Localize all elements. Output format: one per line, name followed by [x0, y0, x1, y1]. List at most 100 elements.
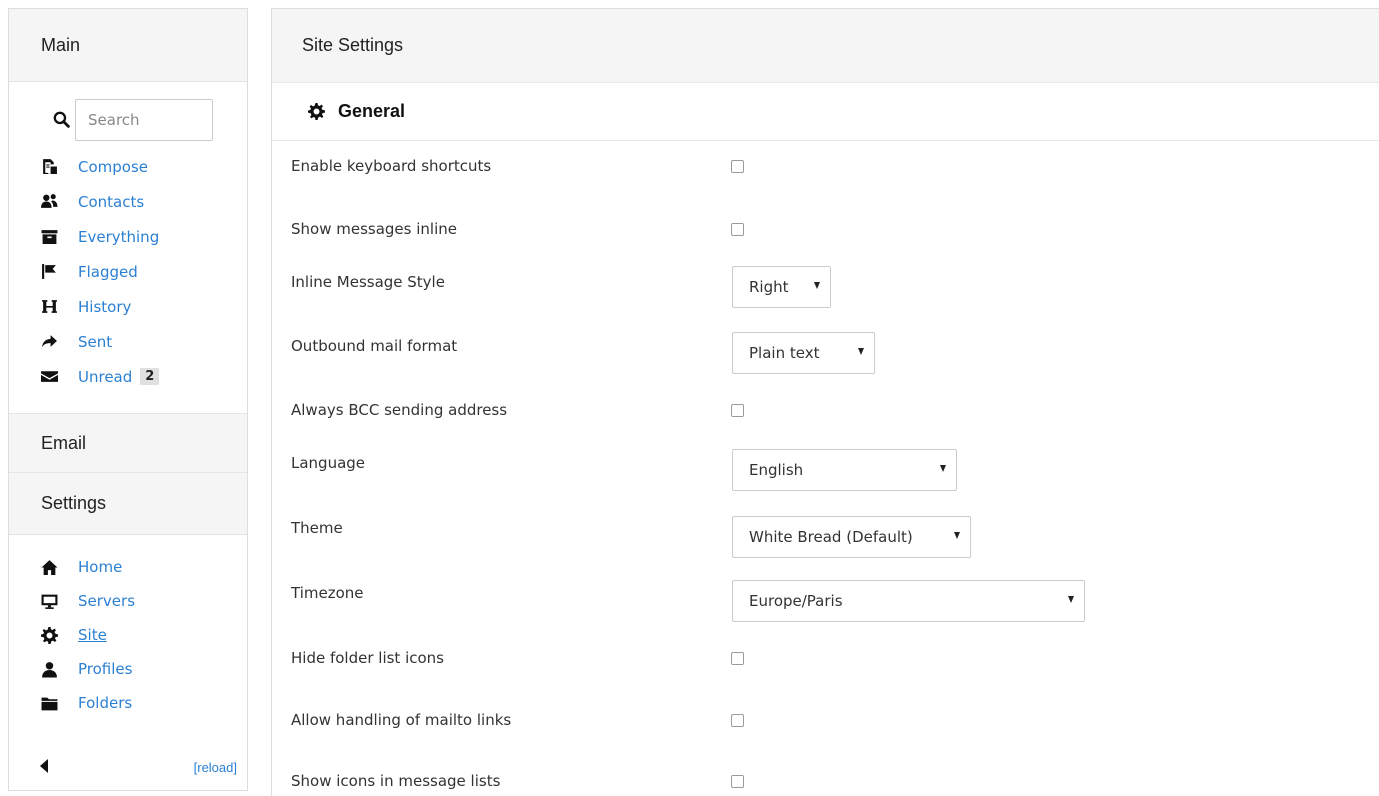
main-nav: Compose Contacts Everything Flagged Hist…: [9, 149, 247, 394]
sidebar-section-main[interactable]: Main: [9, 9, 247, 82]
search-icon: [53, 111, 71, 129]
envelope-icon: [41, 368, 63, 386]
keyboard-shortcuts-checkbox[interactable]: [731, 160, 744, 173]
contacts-icon: [41, 193, 63, 211]
unread-count-badge: 2: [140, 368, 160, 385]
sidebar-item-label: Contacts: [78, 192, 145, 211]
sidebar-item-label: History: [78, 297, 132, 316]
message-list-icons-checkbox[interactable]: [731, 775, 744, 788]
collapse-sidebar-icon[interactable]: [39, 758, 53, 776]
sidebar-item-label: Servers: [78, 592, 136, 610]
chevron-down-icon: [814, 282, 820, 289]
reload-link[interactable]: [reload]: [194, 760, 237, 775]
select-value: White Bread (Default): [749, 528, 913, 546]
setting-row-outbound-mail-format: Outbound mail format Plain text: [272, 332, 1379, 387]
settings-panel: Site Settings General Enable keyboard sh…: [271, 8, 1379, 796]
sidebar-item-label: Site: [78, 626, 107, 644]
chevron-down-icon: [1068, 596, 1074, 603]
home-icon: [41, 558, 63, 576]
gear-icon: [308, 102, 326, 121]
setting-row-keyboard-shortcuts: Enable keyboard shortcuts: [272, 157, 1379, 197]
setting-label: Always BCC sending address: [291, 401, 508, 419]
setting-row-message-list-icons: Show icons in message lists: [272, 772, 1379, 796]
setting-label: Theme: [291, 519, 343, 537]
sidebar-item-everything[interactable]: Everything: [9, 219, 247, 254]
search-input[interactable]: [75, 99, 213, 141]
setting-row-timezone: Timezone Europe/Paris: [272, 580, 1379, 634]
setting-row-mailto-links: Allow handling of mailto links: [272, 711, 1379, 751]
page-title: Site Settings: [302, 35, 404, 55]
setting-label: Timezone: [291, 584, 364, 602]
setting-label: Enable keyboard shortcuts: [291, 157, 492, 175]
inline-message-style-select[interactable]: Right: [732, 266, 831, 308]
settings-group-general[interactable]: General: [272, 83, 1379, 141]
sidebar-item-folders[interactable]: Folders: [9, 686, 247, 720]
setting-row-inline-message-style: Inline Message Style Right: [272, 266, 1379, 323]
always-bcc-checkbox[interactable]: [731, 404, 744, 417]
sidebar-item-history[interactable]: History: [9, 289, 247, 324]
sidebar-section-email-title: Email: [41, 432, 87, 453]
setting-label: Outbound mail format: [291, 337, 458, 355]
page-header: Site Settings: [272, 9, 1379, 83]
sidebar-item-label: Flagged: [78, 262, 138, 281]
sidebar: Main Compose Contacts Everything Flagged…: [8, 8, 248, 791]
sidebar-item-profiles[interactable]: Profiles: [9, 652, 247, 686]
timezone-select[interactable]: Europe/Paris: [732, 580, 1085, 622]
sidebar-item-contacts[interactable]: Contacts: [9, 184, 247, 219]
sidebar-item-label: Sent: [78, 332, 113, 351]
sidebar-item-home[interactable]: Home: [9, 550, 247, 584]
setting-row-messages-inline: Show messages inline: [272, 220, 1379, 260]
outbound-mail-format-select[interactable]: Plain text: [732, 332, 875, 374]
sidebar-section-main-title: Main: [41, 34, 81, 55]
select-value: Europe/Paris: [749, 592, 843, 610]
sidebar-item-label: Home: [78, 558, 123, 576]
person-icon: [41, 660, 63, 678]
setting-label: Language: [291, 454, 366, 472]
settings-group-title: General: [338, 101, 406, 121]
sidebar-item-label: Everything: [78, 227, 160, 246]
chevron-down-icon: [940, 465, 946, 472]
hide-folder-icons-checkbox[interactable]: [731, 652, 744, 665]
chevron-down-icon: [858, 348, 864, 355]
chevron-down-icon: [954, 532, 960, 539]
messages-inline-checkbox[interactable]: [731, 223, 744, 236]
setting-row-theme: Theme White Bread (Default): [272, 516, 1379, 569]
share-arrow-icon: [41, 333, 63, 351]
flag-icon: [41, 263, 63, 281]
sidebar-item-sent[interactable]: Sent: [9, 324, 247, 359]
sidebar-item-compose[interactable]: Compose: [9, 149, 247, 184]
folder-icon: [41, 694, 63, 712]
history-icon: [41, 298, 63, 316]
sidebar-section-settings-title: Settings: [41, 493, 107, 513]
select-value: Right: [749, 278, 789, 296]
sidebar-footer: [reload]: [9, 746, 247, 790]
language-select[interactable]: English: [732, 449, 957, 491]
select-value: Plain text: [749, 344, 820, 362]
sidebar-item-servers[interactable]: Servers: [9, 584, 247, 618]
sidebar-item-site[interactable]: Site: [9, 618, 247, 652]
sidebar-item-label: Unread: [78, 367, 133, 386]
sidebar-section-email[interactable]: Email: [9, 413, 247, 473]
theme-select[interactable]: White Bread (Default): [732, 516, 971, 558]
sidebar-item-unread[interactable]: Unread 2: [9, 359, 247, 394]
setting-label: Show icons in message lists: [291, 772, 501, 790]
setting-row-always-bcc: Always BCC sending address: [272, 401, 1379, 441]
sidebar-section-settings[interactable]: Settings: [9, 473, 247, 535]
setting-label: Inline Message Style: [291, 273, 445, 291]
setting-label: Hide folder list icons: [291, 649, 444, 667]
select-value: English: [749, 461, 804, 479]
setting-label: Show messages inline: [291, 220, 457, 238]
sidebar-item-label: Compose: [78, 157, 149, 176]
setting-row-language: Language English: [272, 449, 1379, 504]
monitor-icon: [41, 592, 63, 610]
setting-row-hide-folder-icons: Hide folder list icons: [272, 649, 1379, 689]
gear-icon: [41, 626, 63, 644]
sidebar-item-flagged[interactable]: Flagged: [9, 254, 247, 289]
settings-nav: Home Servers Site Profiles Folders: [9, 550, 247, 720]
sidebar-item-label: Folders: [78, 694, 133, 712]
compose-icon: [41, 158, 63, 176]
search-row: [9, 99, 247, 141]
sidebar-item-label: Profiles: [78, 660, 133, 678]
inbox-icon: [41, 228, 63, 246]
mailto-links-checkbox[interactable]: [731, 714, 744, 727]
